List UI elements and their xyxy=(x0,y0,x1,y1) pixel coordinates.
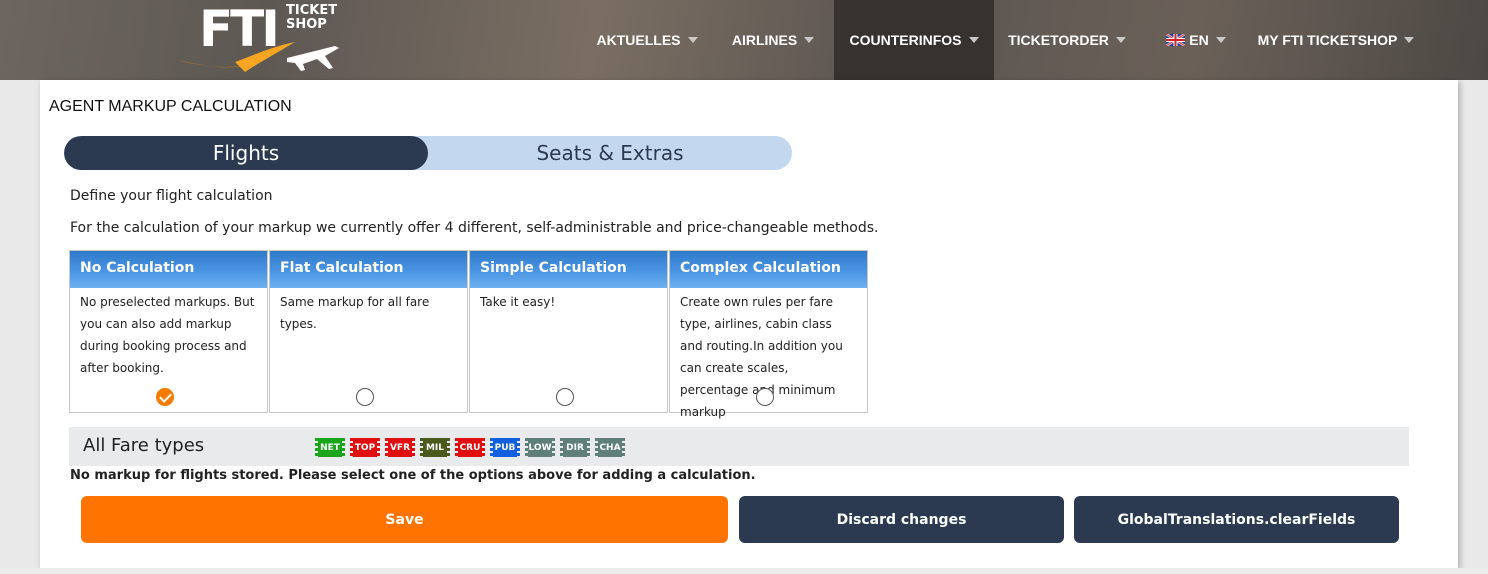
radio-unchecked-icon[interactable] xyxy=(356,388,374,406)
nav-item-my-fti-ticketshop[interactable]: MY FTI TICKETSHOP xyxy=(1252,0,1420,80)
calculation-tabs: Flights Seats & Extras xyxy=(64,136,792,170)
nav-label: EN xyxy=(1189,32,1209,48)
caret-down-icon xyxy=(804,37,815,43)
calc-option-title: Complex Calculation xyxy=(670,251,867,288)
tab-seats-extras[interactable]: Seats & Extras xyxy=(428,136,792,170)
no-markup-note: No markup for flights stored. Please sel… xyxy=(70,468,756,483)
caret-down-icon xyxy=(1115,37,1126,43)
logo-ticketshop-text: TICKET SHOP xyxy=(286,3,338,32)
calc-option-title: No Calculation xyxy=(70,251,267,288)
nav-label: COUNTERINFOS xyxy=(849,32,962,48)
nav-item-ticketorder[interactable]: TICKETORDER xyxy=(1002,0,1132,80)
nav-label: MY FTI TICKETSHOP xyxy=(1257,32,1398,48)
calc-option-description: Take it easy! xyxy=(480,295,556,309)
page-title: AGENT MARKUP CALCULATION xyxy=(49,98,292,115)
fare-badge-mil: MIL xyxy=(419,438,451,457)
calc-option-title: Simple Calculation xyxy=(470,251,667,288)
radio-unchecked-icon[interactable] xyxy=(756,388,774,406)
save-button[interactable]: Save xyxy=(81,496,728,543)
nav-label: AIRLINES xyxy=(731,32,798,48)
fare-badge-top: TOP xyxy=(349,438,381,457)
fare-badge-vfr: VFR xyxy=(384,438,416,457)
nav-item-language[interactable]: EN xyxy=(1156,0,1236,80)
fare-badge-cru: CRU xyxy=(454,438,486,457)
fare-types-label: All Fare types xyxy=(83,435,205,456)
fare-badge-cha: CHA xyxy=(594,438,626,457)
calc-option-complex-calculation[interactable]: Complex Calculation Create own rules per… xyxy=(669,250,868,419)
nav-item-counterinfos[interactable]: COUNTERINFOS xyxy=(834,0,994,80)
calc-option-description: Same markup for all fare types. xyxy=(280,295,430,331)
fti-ticketshop-logo[interactable]: FTI TICKET SHOP xyxy=(175,2,345,78)
caret-down-icon xyxy=(687,37,698,43)
caret-down-icon xyxy=(968,37,979,43)
intro-title: Define your flight calculation xyxy=(70,188,273,204)
nav-item-aktuelles[interactable]: AKTUELLES xyxy=(584,0,710,80)
fare-badge-dir: DIR xyxy=(559,438,591,457)
radio-unchecked-icon[interactable] xyxy=(556,388,574,406)
fare-types-bar: All Fare types NET TOP VFR MIL CRU PUB L… xyxy=(69,427,1409,466)
fare-type-badges: NET TOP VFR MIL CRU PUB LOW DIR CHA xyxy=(314,438,626,457)
fare-badge-net: NET xyxy=(314,438,346,457)
intro-text: For the calculation of your markup we cu… xyxy=(70,220,879,236)
calc-option-simple-calculation[interactable]: Simple Calculation Take it easy! xyxy=(469,250,668,413)
uk-flag-icon xyxy=(1166,34,1186,46)
calc-option-flat-calculation[interactable]: Flat Calculation Same markup for all far… xyxy=(269,250,468,413)
discard-changes-button[interactable]: Discard changes xyxy=(739,496,1064,543)
caret-down-icon xyxy=(1215,37,1226,43)
calc-option-no-calculation[interactable]: No Calculation No preselected markups. B… xyxy=(69,250,268,413)
calc-option-description: No preselected markups. But you can also… xyxy=(80,295,255,375)
fare-badge-low: LOW xyxy=(524,438,556,457)
nav-item-airlines[interactable]: AIRLINES xyxy=(718,0,828,80)
radio-checked-icon[interactable] xyxy=(156,388,174,406)
clear-fields-button[interactable]: GlobalTranslations.clearFields xyxy=(1074,496,1399,543)
tab-flights[interactable]: Flights xyxy=(64,136,428,170)
caret-down-icon xyxy=(1404,37,1415,43)
fare-badge-pub: PUB xyxy=(489,438,521,457)
logo-fti-text: FTI xyxy=(199,0,280,58)
calc-option-title: Flat Calculation xyxy=(270,251,467,288)
nav-label: TICKETORDER xyxy=(1008,32,1109,48)
top-navigation-bar: FTI TICKET SHOP AKTUELLES AIRLINES COUNT… xyxy=(0,0,1488,80)
page-bottom-edge xyxy=(0,568,1488,574)
nav-label: AKTUELLES xyxy=(596,32,681,48)
